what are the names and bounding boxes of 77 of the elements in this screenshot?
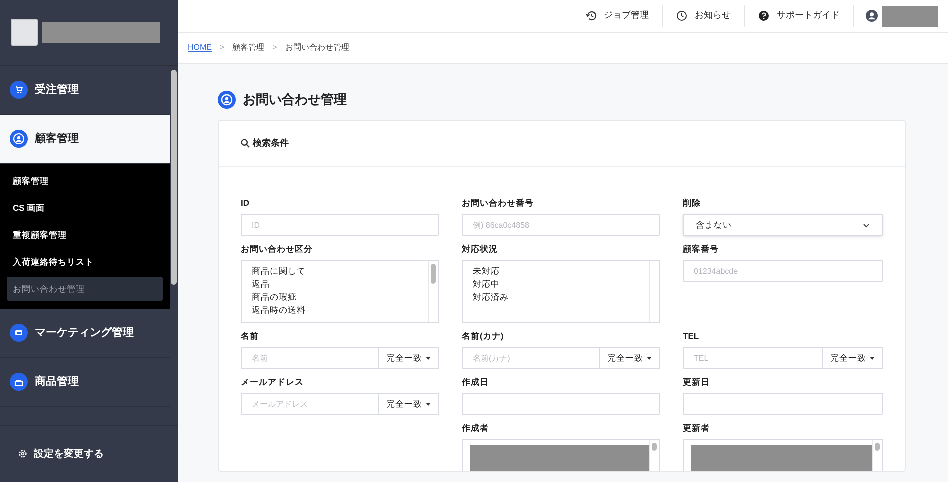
caret-icon [426,356,430,360]
scrollbar-track[interactable] [428,261,438,322]
match-dropdown[interactable]: 完全一致 [823,347,883,369]
scrollbar-thumb[interactable] [875,443,880,451]
input-field[interactable]: 例) 86ca0c4858 [462,214,660,236]
history-icon [585,10,597,22]
select-field[interactable]: 含まない [683,214,883,236]
input-field[interactable]: TEL [683,347,823,369]
user-icon[interactable] [866,10,878,22]
match-dropdown[interactable]: 完全一致 [600,347,660,369]
submenu-item[interactable]: 顧客管理 [7,169,163,193]
chevron-down-icon [863,222,870,228]
section-title: 検索条件 [253,136,289,150]
submenu-item[interactable]: CS 画面 [7,196,163,220]
breadcrumb-item: 顧客管理 [232,42,265,54]
field-label: メールアドレス [241,376,305,389]
caret-icon [646,356,652,360]
list-option[interactable]: 対応中 [473,278,649,291]
page-title: お問い合わせ管理 [243,91,347,110]
field-label: TEL [683,330,700,343]
sidebar-item[interactable]: 顧客管理 [0,115,170,164]
submenu-item[interactable]: お問い合わせ管理 [7,277,163,301]
field-label: 作成者 [462,422,490,435]
list-option[interactable]: 返品 [252,278,428,291]
scrollbar-thumb[interactable] [652,443,657,451]
field-label: ID [241,197,250,210]
list-option[interactable]: 商品の瑕疵 [252,291,428,304]
list-option[interactable]: 返品時の送料 [252,304,428,317]
field-label: お問い合わせ番号 [462,197,535,210]
scrollbar-thumb[interactable] [171,70,177,285]
list-option[interactable]: 対応済み [473,291,649,304]
cart-icon [10,81,28,99]
input-field[interactable]: 名前(カナ) [462,347,600,369]
caret-icon [426,402,430,406]
match-dropdown[interactable]: 完全一致 [379,347,439,369]
input-field[interactable]: ID [241,214,439,236]
search-icon [241,139,250,148]
gear-icon [18,449,28,459]
person-icon [218,91,236,109]
briefcase-icon [10,373,28,391]
breadcrumb-item: お問い合わせ管理 [285,42,350,54]
help-icon [758,10,770,22]
field-label: 更新日 [683,376,711,389]
input-field[interactable]: 01234abcde [683,260,883,282]
field-label: 削除 [683,197,702,210]
field-label: 更新者 [683,422,711,435]
clock-icon [676,10,688,22]
header-link[interactable]: サポートガイド [744,5,854,27]
field-label: 名前(カナ) [462,330,505,343]
input-field[interactable] [683,393,883,415]
list-option[interactable]: 商品に関して [252,265,428,278]
sidebar-item[interactable]: マーケティング管理 [0,309,170,358]
sidebar-item[interactable]: 商品管理 [0,358,170,407]
list-option[interactable]: 未対応 [473,265,649,278]
field-label: 名前 [241,330,260,343]
person-icon [10,130,28,148]
match-dropdown[interactable]: 完全一致 [379,393,439,415]
settings-button[interactable]: 設定を変更する [18,446,104,462]
separator-text: > [272,42,278,54]
breadcrumb-link[interactable]: HOME [188,42,212,54]
submenu-item[interactable]: 重複顧客管理 [7,223,163,247]
header-link[interactable]: お知らせ [662,5,744,27]
field-label: 顧客番号 [683,243,720,256]
field-label: 作成日 [462,376,490,389]
redacted-bar [882,6,938,26]
input-field[interactable]: メールアドレス [241,393,379,415]
separator-text: > [220,42,225,54]
field-label: 対応状況 [462,243,499,256]
header-link[interactable]: ジョブ管理 [572,5,662,27]
input-field[interactable] [462,393,660,415]
screen-icon [10,324,28,342]
field-label: お問い合わせ区分 [241,243,314,256]
input-field[interactable]: 名前 [241,347,379,369]
caret-icon [870,356,874,360]
scrollbar-thumb[interactable] [431,264,436,284]
submenu-item[interactable]: 入荷連絡待ちリスト [7,250,163,274]
logo-icon [11,19,38,46]
